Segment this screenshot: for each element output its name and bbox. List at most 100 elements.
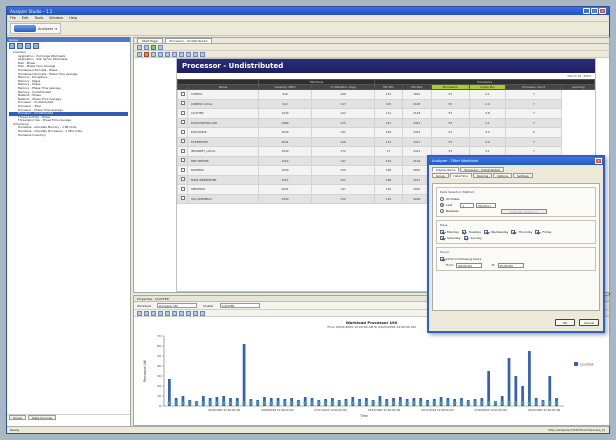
tab-display-name[interactable]: Display Name — [432, 167, 460, 172]
table-row[interactable]: CLUSTER 1240 122 111 2118 53 3.8 7 — [177, 108, 595, 119]
menu-edit[interactable]: Edit — [22, 16, 29, 20]
bar-base-marker — [317, 401, 321, 405]
open-icon[interactable] — [17, 43, 23, 49]
last-page-icon[interactable] — [186, 52, 191, 57]
row-checkbox[interactable] — [180, 158, 185, 163]
row-checkbox[interactable] — [180, 148, 185, 153]
row-checkbox[interactable] — [180, 139, 185, 144]
save-icon[interactable] — [25, 43, 31, 49]
last-unit-select[interactable]: Month(s) — [476, 202, 497, 208]
row-checkbox[interactable] — [180, 110, 185, 115]
close-button[interactable]: × — [599, 8, 606, 14]
export-icon[interactable] — [144, 52, 149, 57]
tree-item[interactable]: Hardware Inventory — [9, 134, 128, 138]
friday-checkbox[interactable] — [535, 230, 540, 234]
chart-pie-icon[interactable] — [158, 311, 163, 316]
chart-zoom-icon[interactable] — [186, 311, 191, 316]
tab-start-page[interactable]: Start Page — [137, 38, 163, 43]
row-checkbox[interactable] — [180, 167, 185, 172]
to-time-input[interactable]: 05:00 PM — [497, 262, 524, 268]
tab-options[interactable]: Options — [493, 173, 513, 178]
chart-bar-icon[interactable] — [137, 311, 142, 316]
chart-line-icon[interactable] — [144, 311, 149, 316]
menu-bar: File Edit Tools Window Help — [7, 15, 609, 22]
zoom-out-icon[interactable] — [158, 52, 163, 57]
row-checkbox[interactable] — [180, 129, 185, 134]
day-label: Sunday — [470, 236, 482, 240]
prev-page-icon[interactable] — [172, 52, 177, 57]
cancel-button[interactable]: Cancel — [579, 319, 599, 326]
calendar-selection-button[interactable]: Calendar Selection... — [501, 208, 548, 214]
row-checkbox[interactable] — [180, 177, 185, 182]
chart-area-icon[interactable] — [151, 311, 156, 316]
menu-window[interactable]: Window — [49, 16, 63, 20]
bar-base-marker — [235, 401, 240, 405]
first-page-icon[interactable] — [165, 52, 170, 57]
tab-scope[interactable]: Scope — [9, 415, 27, 420]
between-radio[interactable] — [440, 209, 444, 213]
tab-report[interactable]: Processor - Undistributed — [164, 38, 213, 43]
forward-icon[interactable] — [144, 45, 149, 50]
thursday-checkbox[interactable] — [511, 230, 516, 234]
new-icon[interactable] — [9, 43, 15, 49]
table-cell: 7 — [505, 136, 563, 147]
table-row[interactable]: DATACONTROLLER 1480 175 211 3411 53 4.1 7 — [177, 117, 595, 128]
layout-icon[interactable] — [200, 52, 205, 57]
analyzer-menu-button[interactable]: Analyzer ▾ — [10, 23, 61, 34]
all-dates-radio[interactable] — [440, 197, 444, 201]
bar-base-marker — [323, 401, 328, 405]
delete-icon[interactable] — [33, 43, 39, 49]
chart-grid-icon[interactable] — [179, 311, 184, 316]
chart-copy-icon[interactable] — [193, 311, 198, 316]
saturday-checkbox[interactable] — [440, 236, 444, 240]
from-time-input[interactable]: 08:00 AM — [456, 262, 483, 268]
tab-group[interactable]: Group — [432, 173, 449, 178]
find-icon[interactable] — [193, 52, 198, 57]
cluster-select[interactable]: CLUSTER — [219, 303, 260, 308]
chart-legend-icon[interactable] — [172, 311, 177, 316]
table-row[interactable]: CORE02 LOCAL 912 117 105 2143 53 2.4 7 — [177, 98, 595, 109]
row-checkbox[interactable] — [180, 186, 185, 191]
row-checkbox[interactable] — [180, 120, 185, 125]
row-checkbox[interactable] — [180, 91, 185, 96]
menu-file[interactable]: File — [10, 16, 16, 20]
maximize-button[interactable]: □ — [591, 8, 598, 14]
stop-icon[interactable] — [158, 45, 163, 50]
table-cell: HRP SERVER — [186, 155, 260, 166]
table-row[interactable]: CORE01 916 108 101 1821 53 2.1 7 — [177, 89, 595, 100]
dialog-close-icon[interactable]: × — [595, 158, 602, 164]
tuesday-checkbox[interactable] — [461, 230, 466, 234]
row-checkbox[interactable] — [180, 196, 185, 201]
wednesday-checkbox[interactable] — [484, 230, 489, 234]
next-page-icon[interactable] — [179, 52, 184, 57]
menu-tools[interactable]: Tools — [35, 16, 44, 20]
tab-settings[interactable]: Settings — [513, 173, 533, 178]
refresh-icon[interactable] — [151, 45, 156, 50]
minimize-button[interactable]: _ — [583, 8, 590, 14]
back-icon[interactable] — [137, 45, 142, 50]
row-checkbox[interactable] — [180, 101, 185, 106]
y-tick-label: 60 — [157, 344, 161, 348]
tab-ranking[interactable]: Ranking — [473, 173, 493, 178]
chart-print-icon[interactable] — [200, 311, 205, 316]
table-cell: 108 — [374, 174, 403, 185]
tab-processor[interactable]: Processor - Undistributed — [460, 167, 504, 172]
between-label: Between — [446, 209, 460, 213]
tab-date-time[interactable]: Date/Time — [449, 173, 472, 178]
monday-checkbox[interactable] — [440, 230, 444, 234]
last-count-input[interactable]: 1 — [460, 202, 475, 208]
zoom-in-icon[interactable] — [151, 52, 156, 57]
last-radio[interactable] — [440, 203, 444, 207]
chart-3d-icon[interactable] — [165, 311, 170, 316]
table-row[interactable]: FILESERVER 2041 156 131 3411 53 4.4 7 — [177, 136, 595, 147]
menu-help[interactable]: Help — [69, 16, 77, 20]
ok-button[interactable]: OK — [555, 319, 575, 326]
tab-data-sources[interactable]: Data Sources — [28, 415, 57, 420]
limit-hours-checkbox[interactable] — [440, 257, 444, 261]
sunday-checkbox[interactable] — [463, 236, 468, 240]
table-row[interactable]: EXCHANGE 2040 141 149 3414 53 4.2 6 — [177, 127, 595, 138]
workload-select[interactable]: Processor Util — [157, 303, 198, 308]
print-icon[interactable] — [137, 52, 142, 57]
bar-base-marker — [371, 401, 375, 405]
table-cell: 2041 — [258, 136, 312, 147]
